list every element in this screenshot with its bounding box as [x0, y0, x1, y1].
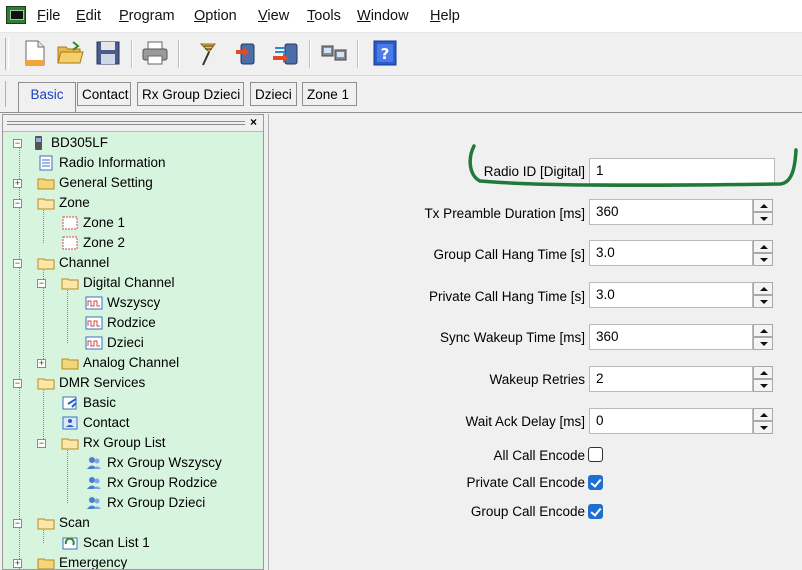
radio-id-label: Radio ID [Digital] — [483, 164, 585, 179]
spin-up-icon[interactable] — [753, 366, 773, 379]
spin-up-icon[interactable] — [753, 408, 773, 421]
tx-preamble-duration-label: Tx Preamble Duration [ms] — [424, 206, 585, 221]
wait-ack-delay-spinner[interactable] — [753, 408, 773, 434]
group-call-hang-time-input[interactable]: 3.0 — [589, 240, 753, 266]
all-call-encode-checkbox[interactable] — [588, 447, 603, 462]
folder-icon — [37, 178, 55, 190]
folder-open-icon — [37, 378, 55, 390]
zone-icon — [62, 236, 78, 250]
folder-open-icon — [61, 278, 79, 290]
spin-down-icon[interactable] — [753, 212, 773, 225]
transfer-icon[interactable] — [271, 38, 301, 68]
wakeup-retries-spinner[interactable] — [753, 366, 773, 392]
menu-file[interactable]: File — [37, 8, 60, 24]
channel-icon — [85, 336, 103, 350]
menu-program[interactable]: Program — [119, 8, 175, 24]
wait-ack-delay-input[interactable]: 0 — [589, 408, 753, 434]
spin-down-icon[interactable] — [753, 337, 773, 350]
tree-panel-header[interactable]: × — [3, 115, 263, 132]
group-icon — [87, 457, 101, 469]
document-icon — [39, 155, 53, 171]
tree-view[interactable]: − BD305LF Radio Information + General Se… — [3, 133, 263, 569]
tx-preamble-duration-input[interactable]: 360 — [589, 199, 753, 225]
private-call-encode-label: Private Call Encode — [466, 475, 585, 490]
spin-down-icon[interactable] — [753, 379, 773, 392]
toolbar-separator — [178, 40, 180, 68]
folder-open-icon — [61, 438, 79, 450]
private-call-hang-time-label: Private Call Hang Time [s] — [428, 289, 585, 304]
radio-id-input[interactable]: 1 — [589, 158, 775, 184]
spin-up-icon[interactable] — [753, 282, 773, 295]
group-call-hang-time-label: Group Call Hang Time [s] — [433, 247, 585, 262]
menu-help[interactable]: Help — [430, 8, 460, 24]
toolbar-grip[interactable] — [5, 38, 9, 70]
all-call-encode-label: All Call Encode — [493, 448, 585, 463]
tab-rx-group-dzieci[interactable]: Rx Group Dzieci — [137, 82, 244, 106]
help-icon[interactable]: ? — [370, 38, 400, 68]
group-call-encode-label: Group Call Encode — [470, 504, 585, 519]
spin-down-icon[interactable] — [753, 253, 773, 266]
tab-contact[interactable]: Contact — [77, 82, 131, 106]
app-icon[interactable] — [6, 6, 26, 24]
tab-bar: Basic Contact Rx Group Dzieci Dzieci Zon… — [0, 76, 802, 113]
toolbar-separator — [309, 40, 311, 68]
private-call-hang-time-spinner[interactable] — [753, 282, 773, 308]
spin-down-icon[interactable] — [753, 295, 773, 308]
tab-basic[interactable]: Basic — [18, 82, 76, 112]
sync-wakeup-time-input[interactable]: 360 — [589, 324, 753, 350]
write-radio-icon[interactable] — [232, 38, 262, 68]
folder-icon — [61, 358, 79, 370]
print-icon[interactable] — [140, 38, 170, 68]
group-call-encode-checkbox[interactable] — [588, 504, 603, 519]
open-folder-icon[interactable] — [55, 38, 85, 68]
private-call-hang-time-input[interactable]: 3.0 — [589, 282, 753, 308]
sync-wakeup-time-spinner[interactable] — [753, 324, 773, 350]
spin-down-icon[interactable] — [753, 421, 773, 434]
menu-view[interactable]: View — [258, 8, 289, 24]
tx-preamble-duration-spinner[interactable] — [753, 199, 773, 225]
tab-zone-1[interactable]: Zone 1 — [302, 82, 357, 106]
wakeup-retries-label: Wakeup Retries — [489, 372, 585, 387]
save-icon[interactable] — [93, 38, 123, 68]
tree-panel: × − BD305LF Radio Information + General … — [2, 114, 264, 570]
network-icon[interactable] — [319, 38, 349, 68]
new-file-icon[interactable] — [19, 38, 49, 68]
group-icon — [87, 477, 101, 489]
menu-bar: File Edit Program Option View Tools Wind… — [0, 0, 802, 33]
folder-open-icon — [37, 258, 55, 270]
menu-option[interactable]: Option — [194, 8, 237, 24]
folder-icon — [37, 558, 55, 569]
folder-open-icon — [37, 518, 55, 530]
basic-settings-form: Radio ID [Digital] 1 Tx Preamble Duratio… — [268, 114, 802, 570]
settings-icon — [62, 396, 77, 410]
channel-icon — [85, 296, 103, 310]
menu-tools[interactable]: Tools — [307, 8, 341, 24]
contact-icon — [62, 416, 78, 430]
group-icon — [87, 497, 101, 509]
zone-icon — [62, 216, 78, 230]
wakeup-retries-input[interactable]: 2 — [589, 366, 753, 392]
private-call-encode-checkbox[interactable] — [588, 475, 603, 490]
spin-up-icon[interactable] — [753, 324, 773, 337]
spin-up-icon[interactable] — [753, 240, 773, 253]
folder-open-icon — [37, 198, 55, 210]
spin-up-icon[interactable] — [753, 199, 773, 212]
scan-icon — [62, 537, 78, 550]
read-radio-icon[interactable] — [193, 38, 223, 68]
toolbar-separator — [357, 40, 359, 68]
menu-window[interactable]: Window — [357, 8, 409, 24]
tab-dzieci[interactable]: Dzieci — [250, 82, 297, 106]
svg-text:?: ? — [381, 45, 390, 63]
toolbar-separator — [131, 40, 133, 68]
menu-edit[interactable]: Edit — [76, 8, 101, 24]
close-icon[interactable]: × — [250, 115, 257, 129]
group-call-hang-time-spinner[interactable] — [753, 240, 773, 266]
sync-wakeup-time-label: Sync Wakeup Time [ms] — [439, 330, 585, 345]
toolbar: ? — [0, 33, 802, 76]
tab-grip[interactable] — [5, 81, 8, 107]
wait-ack-delay-label: Wait Ack Delay [ms] — [465, 414, 585, 429]
channel-icon — [85, 316, 103, 330]
